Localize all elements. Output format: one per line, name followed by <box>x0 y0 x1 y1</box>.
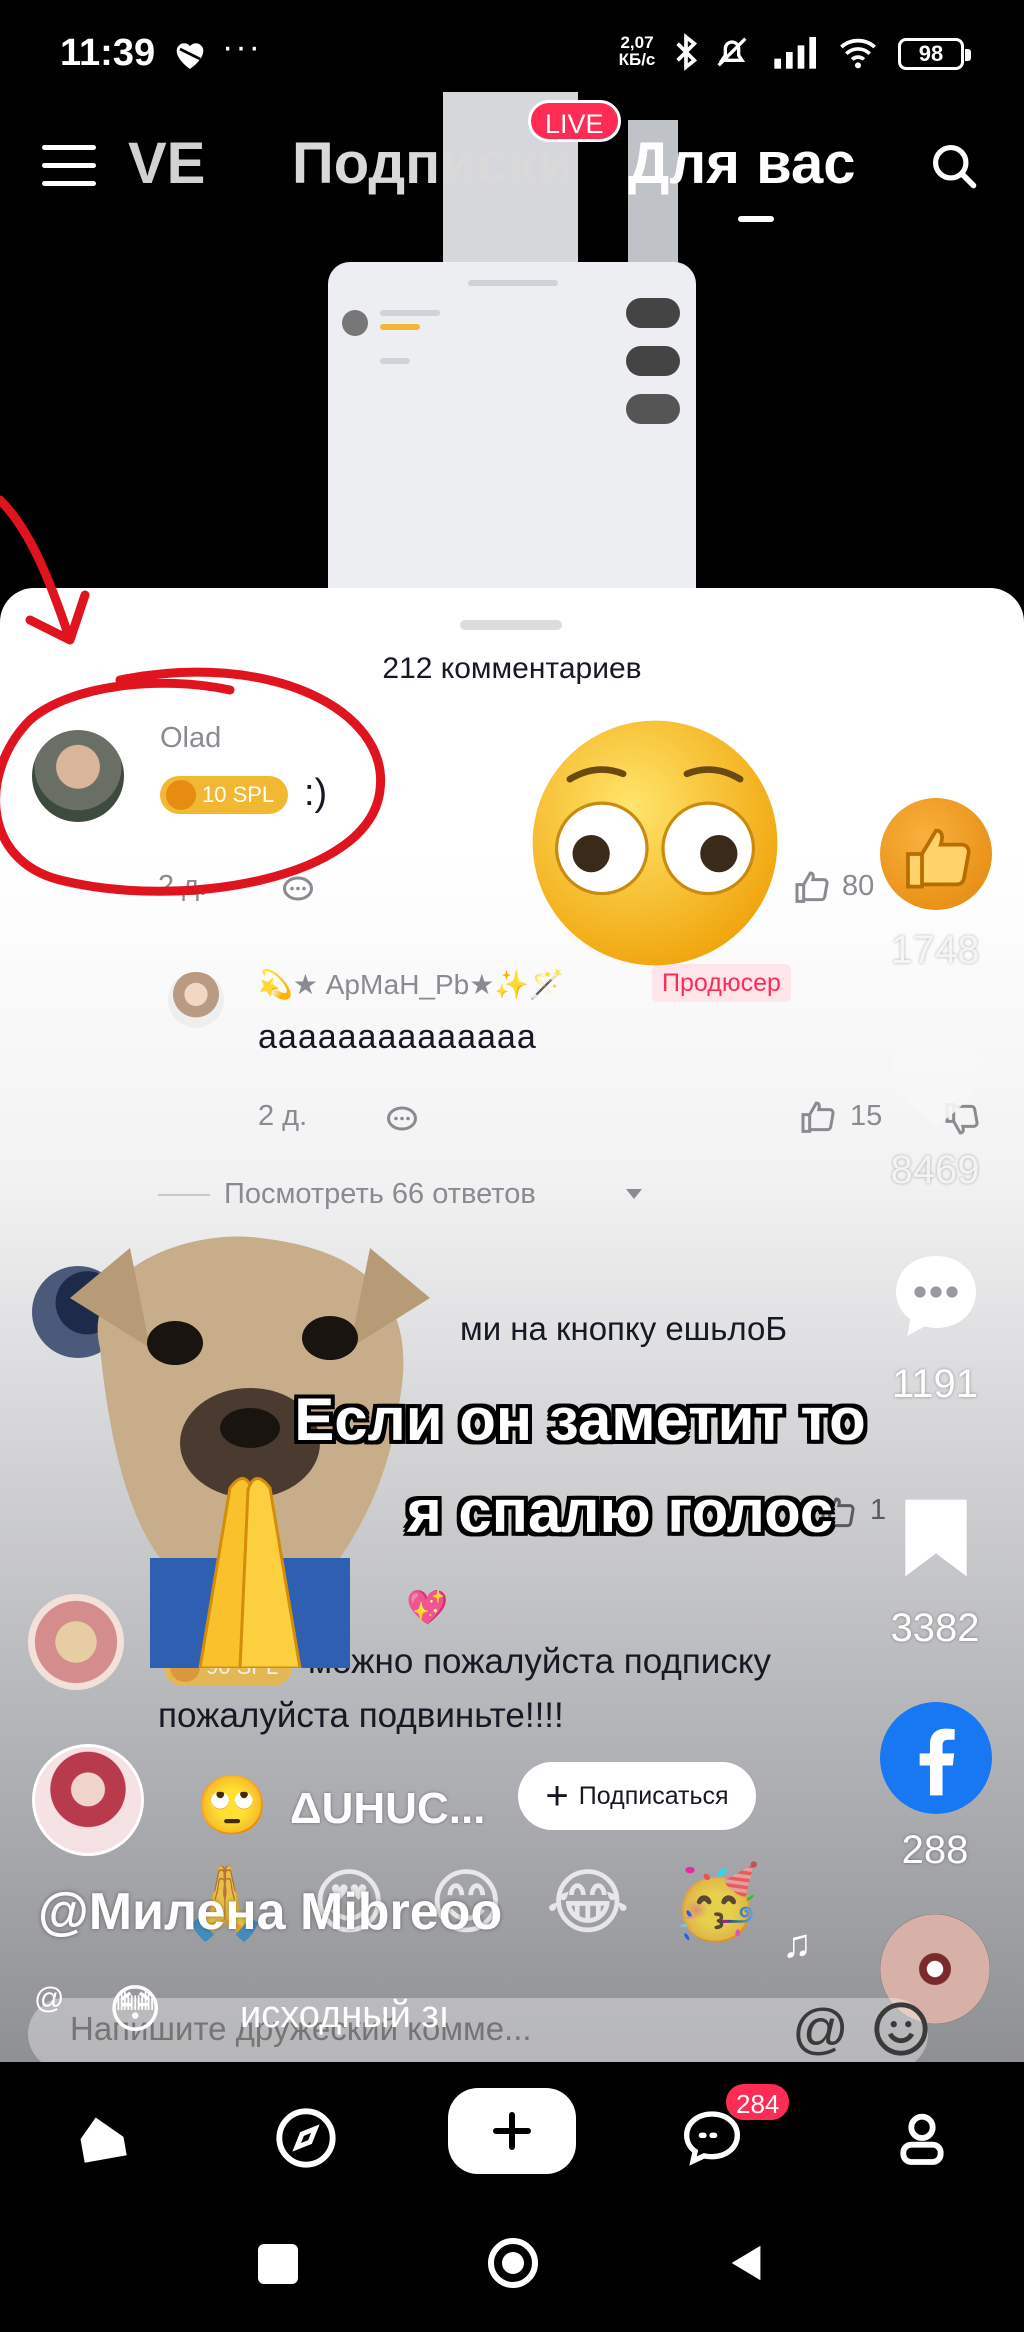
author-avatar[interactable] <box>32 1744 144 1856</box>
tab-live[interactable]: VE <box>128 130 205 197</box>
thumbs-up-icon[interactable] <box>798 1098 838 1138</box>
view-replies-link[interactable]: Посмотреть 66 ответов <box>224 1178 536 1211</box>
like-count: 8469 <box>890 1148 980 1192</box>
original-sound-label[interactable]: исходный зı <box>240 1994 449 2037</box>
facebook-share-icon[interactable] <box>880 1702 992 1814</box>
sound-emoji: 😳 <box>108 1981 163 2039</box>
discover-compass-icon[interactable] <box>274 2106 338 2170</box>
profile-icon[interactable] <box>890 2106 954 2170</box>
back-button[interactable] <box>724 2240 770 2286</box>
thumbs-up-icon[interactable] <box>792 868 832 908</box>
reply-text: аааааааааааааа <box>258 1018 537 1056</box>
comment-like-count: 80 <box>842 870 875 902</box>
follow-button[interactable]: + Подписаться <box>518 1762 756 1830</box>
heart-status-icon <box>176 43 204 69</box>
heart-icon[interactable] <box>882 1030 992 1130</box>
comment-count: 1191 <box>891 1362 978 1406</box>
reply-like-count: 15 <box>850 1100 883 1132</box>
bluetooth-icon <box>676 33 698 71</box>
comment-icon[interactable] <box>886 1248 986 1344</box>
wifi-icon <box>840 38 876 69</box>
reply-avatar[interactable] <box>168 972 224 1028</box>
gift-thumb-icon[interactable] <box>880 798 992 910</box>
recent-apps-button[interactable] <box>258 2244 298 2284</box>
plus-icon: + <box>545 1774 569 1818</box>
reply-time: 2 д. <box>258 1100 308 1132</box>
comment-text: ми на кнопку ешьлоБ <box>460 1310 788 1347</box>
create-post-button[interactable] <box>448 2088 576 2174</box>
home-icon[interactable] <box>70 2106 134 2170</box>
live-badge: LIVE <box>528 100 621 142</box>
flushed-emoji-sticker <box>532 720 778 966</box>
menu-icon[interactable] <box>42 145 96 189</box>
caption-line-1: Если он заметит то <box>294 1386 866 1453</box>
chevron-down-icon[interactable] <box>624 1186 644 1202</box>
home-button[interactable] <box>488 2238 538 2288</box>
author-name[interactable]: ΔUHUC... <box>290 1784 485 1834</box>
network-speed-unit: КБ/с <box>618 50 656 69</box>
follow-button-label: Подписаться <box>578 1781 729 1810</box>
battery-indicator: 98 <box>898 38 971 70</box>
red-annotation-arrow <box>0 495 90 645</box>
video-caption-overlay: Если он заметит то я спалю голос <box>250 1374 910 1558</box>
sheet-drag-handle[interactable] <box>460 620 562 630</box>
caption-line-2: я спалю голос <box>406 1478 834 1545</box>
mention-small-icon: @ <box>34 1982 65 2015</box>
tab-for-you[interactable]: Для вас <box>628 130 856 197</box>
video-bg-controls <box>618 280 688 440</box>
bookmark-icon[interactable] <box>896 1492 976 1584</box>
replies-divider <box>158 1194 210 1196</box>
active-tab-indicator <box>738 216 774 222</box>
author-emoji: 🙄 <box>196 1773 269 1838</box>
status-more-dots: ··· <box>222 28 262 66</box>
tab-following[interactable]: Подписки <box>292 130 573 197</box>
quick-emoji[interactable]: 🥳 <box>672 1860 762 1960</box>
author-handle[interactable]: @Милена Mibreoo <box>38 1882 502 1942</box>
quick-emoji[interactable]: 😂 <box>546 1860 630 1960</box>
status-time: 11:39 <box>60 32 156 74</box>
save-count: 3382 <box>890 1606 980 1650</box>
network-speed-value: 2,07 <box>620 33 654 52</box>
search-icon[interactable] <box>928 140 980 192</box>
comment-text-line2: пожалуйста подвиньте!!!! <box>158 1696 564 1735</box>
red-annotation-circle <box>0 667 386 896</box>
mute-icon <box>717 37 747 67</box>
gift-count: 1748 <box>890 928 980 972</box>
reply-author[interactable]: 💫★ АрМаН_Рb★✨🪄 <box>258 968 564 1001</box>
mention-button[interactable]: @ <box>792 1996 849 2061</box>
inbox-badge: 284 <box>724 2082 792 2122</box>
signal-icon <box>774 37 816 69</box>
emoji-picker-icon[interactable] <box>872 2000 930 2058</box>
network-speed: 2,07 КБ/с <box>612 34 662 68</box>
reply-icon[interactable] <box>382 1102 422 1138</box>
plus-icon <box>493 2112 531 2150</box>
